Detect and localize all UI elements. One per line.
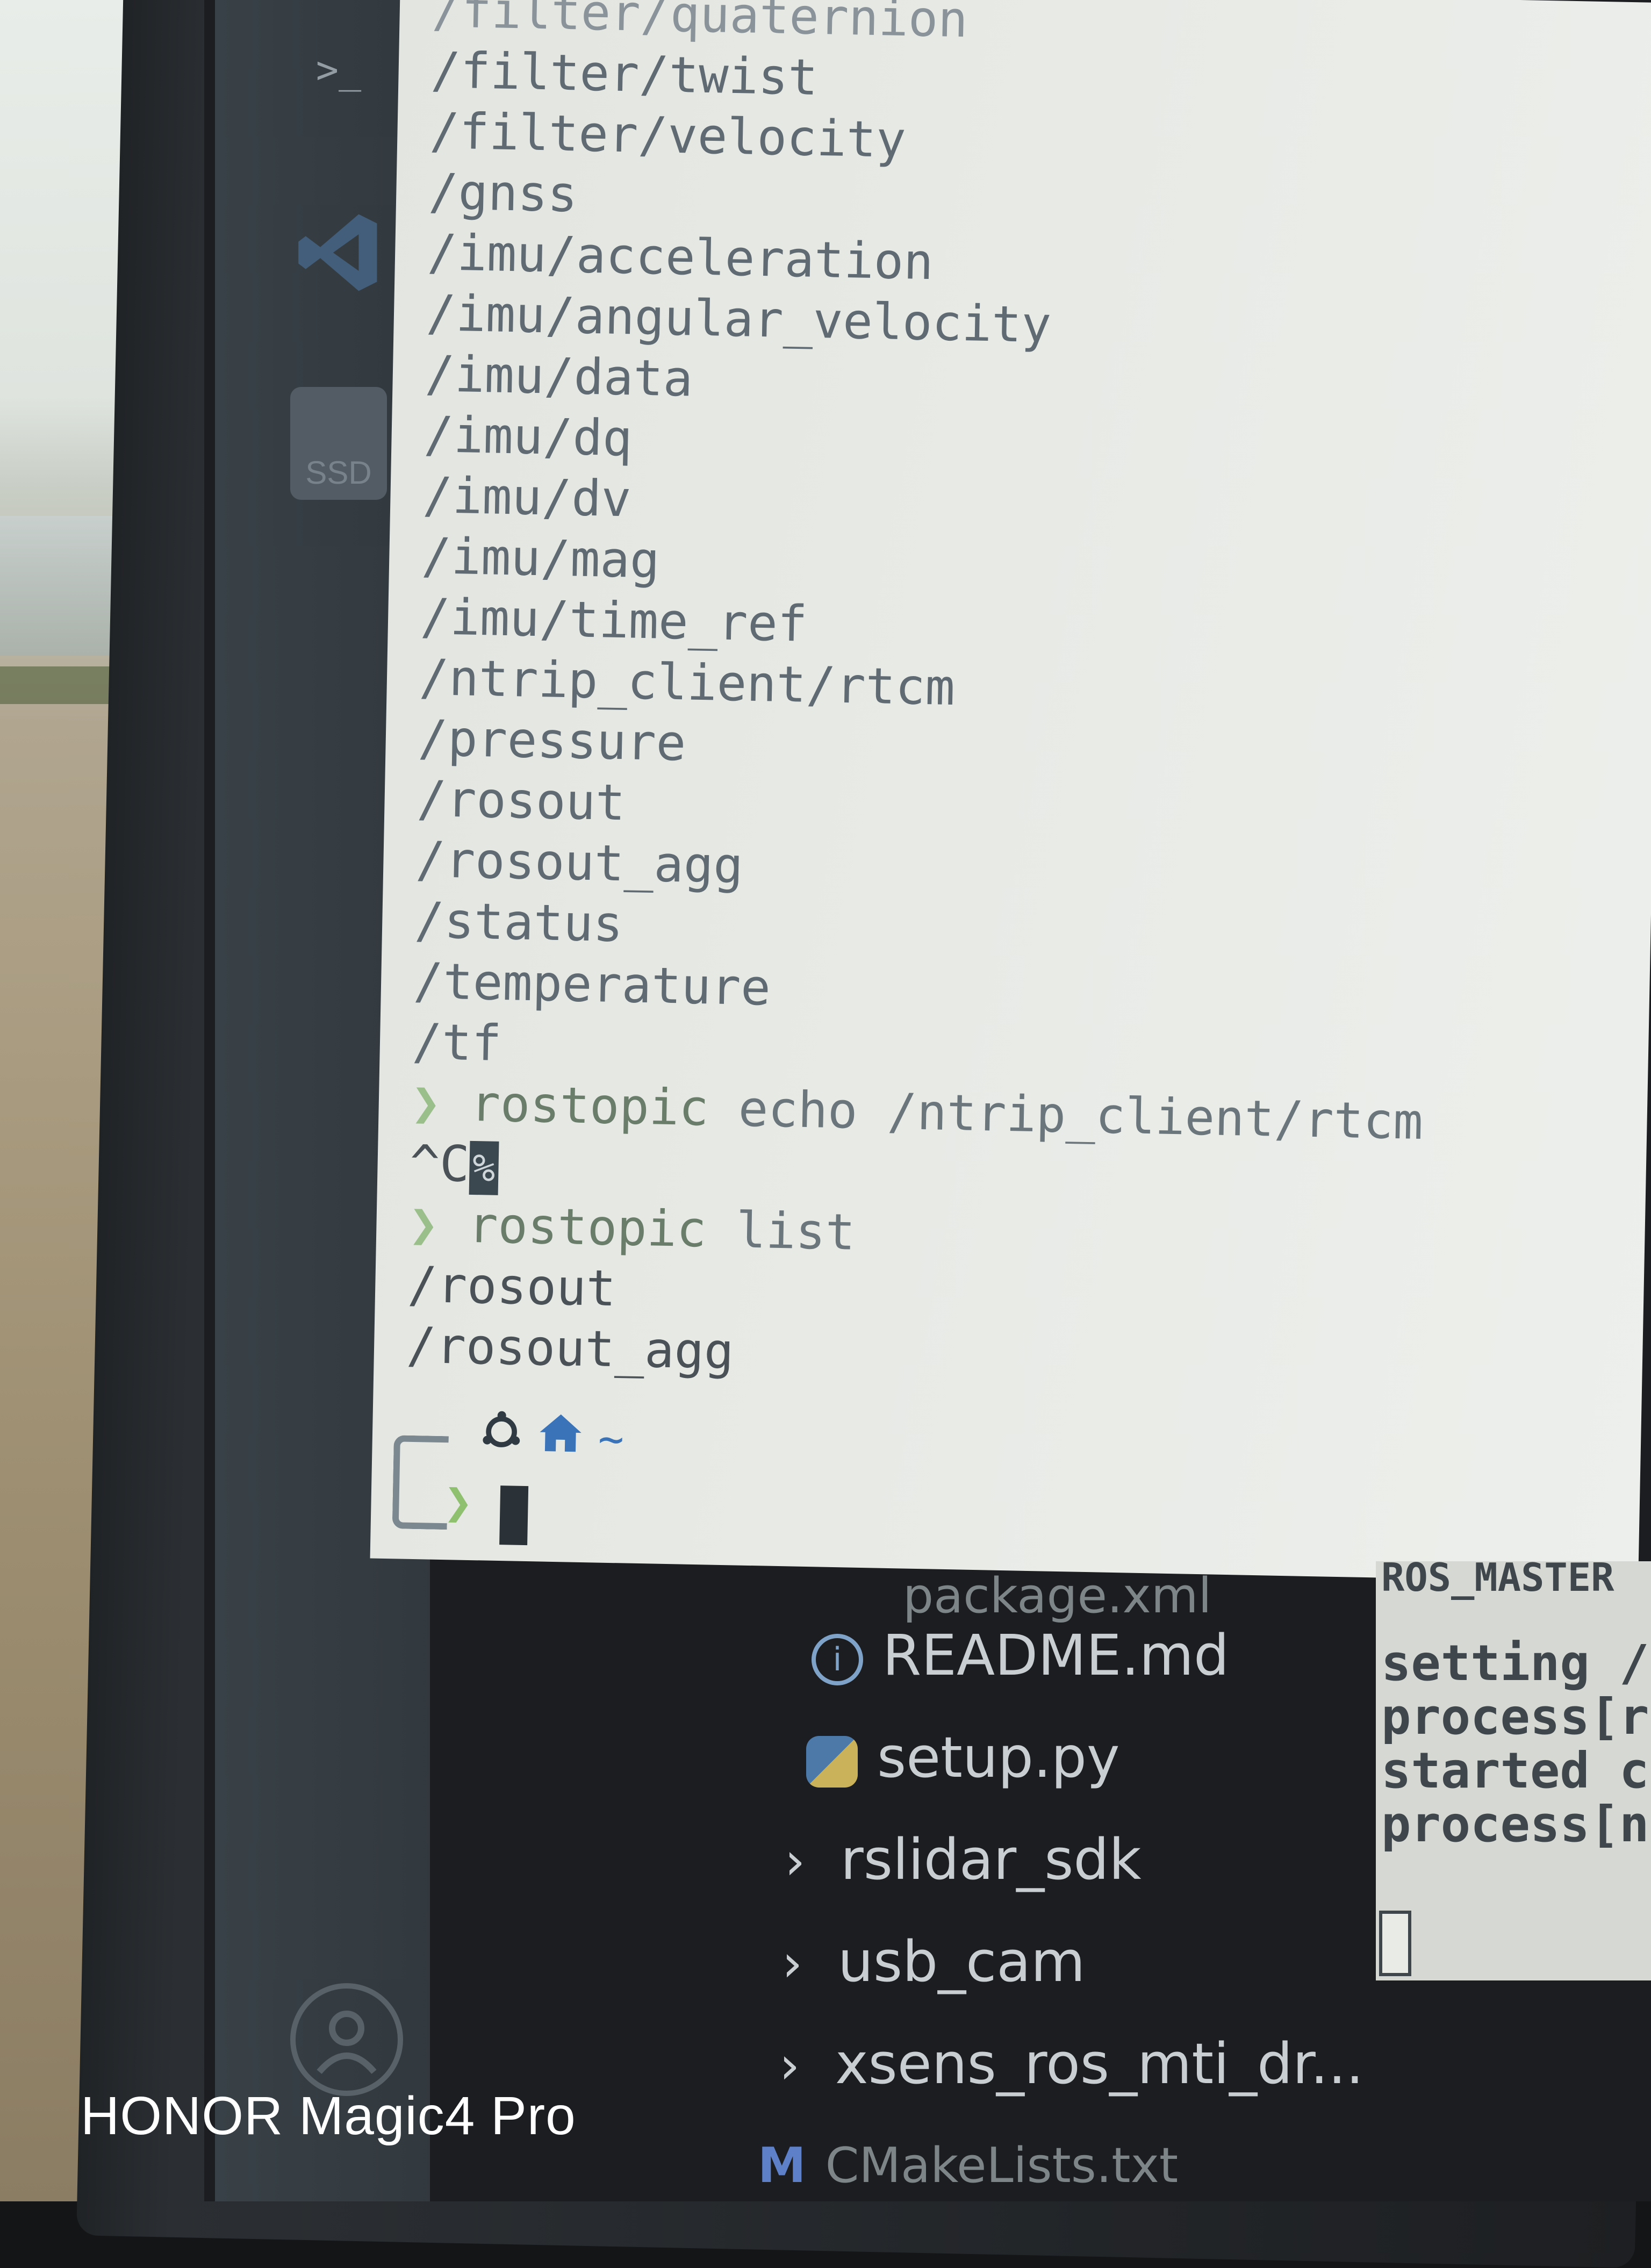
text-cursor: [499, 1485, 529, 1546]
side-terminal-line: ROS_MASTER: [1381, 1561, 1614, 1600]
command-program: rostopic: [470, 1074, 709, 1137]
percent-marker: %: [469, 1140, 499, 1195]
explorer-item-label: CMakeLists.txt: [825, 2137, 1179, 2194]
python-icon: [806, 1735, 858, 1788]
side-terminal-line: [1376, 1610, 1651, 1631]
explorer-item-readme[interactable]: i README.md: [812, 1618, 1229, 1693]
prompt-arrow-icon: ❯: [410, 1073, 442, 1132]
shell-prompt[interactable]: ~ ❯: [392, 1403, 717, 1548]
side-terminal-line: process[nt: [1381, 1796, 1651, 1853]
explorer-item-label: usb_cam: [838, 1929, 1086, 1994]
side-terminal[interactable]: ROS_MASTER setting /r process[ro started…: [1376, 1561, 1651, 1980]
prompt-arrow-icon: ❯: [408, 1195, 439, 1253]
prompt-bracket: [392, 1435, 449, 1530]
chevron-right-icon: ›: [779, 2035, 800, 2095]
cmake-icon: M: [758, 2137, 806, 2194]
side-terminal-line: started co: [1381, 1742, 1651, 1799]
command-args: echo /ntrip_client/rtcm: [737, 1080, 1424, 1151]
explorer-item-label: README.md: [882, 1623, 1230, 1688]
explorer-folder-rslidar[interactable]: › rslidar_sdk: [785, 1822, 1142, 1897]
side-terminal-line: process[ro: [1381, 1688, 1651, 1746]
file-explorer: package.xml i README.md setup.py › rslidar…: [742, 1564, 1387, 2209]
info-icon: i: [812, 1633, 863, 1685]
command-program: rostopic: [468, 1196, 707, 1259]
explorer-folder-usb-cam[interactable]: › usb_cam: [782, 1924, 1085, 1999]
side-terminal-cursor: [1379, 1911, 1411, 1976]
terminal-output: /filter/quaternion /filter/twist /filter…: [406, 0, 1445, 1395]
camera-watermark: HONOR Magic4 Pro: [81, 2086, 576, 2146]
vscode-icon[interactable]: [290, 204, 387, 301]
command-args: list: [735, 1201, 856, 1261]
chevron-right-icon: ›: [785, 1831, 806, 1891]
explorer-item-cmake[interactable]: M CMakeLists.txt: [758, 2128, 1178, 2204]
side-terminal-line: setting /r: [1381, 1634, 1651, 1692]
explorer-item-label: rslidar_sdk: [841, 1827, 1142, 1892]
chevron-right-icon: ›: [782, 1933, 803, 1993]
home-icon: [537, 1411, 584, 1465]
prompt-segment: ~: [479, 1410, 624, 1466]
user-avatar-icon[interactable]: [290, 1983, 403, 2096]
prompt-chevron-icon: ❯: [443, 1474, 473, 1531]
terminal-icon[interactable]: >_: [290, 21, 387, 118]
interrupt-text: ^C: [409, 1134, 470, 1193]
ssd-drive-icon[interactable]: SSD: [290, 387, 387, 500]
explorer-item-label: xsens_ros_mti_dr...: [835, 2031, 1364, 2097]
explorer-folder-xsens[interactable]: › xsens_ros_mti_dr...: [779, 2026, 1363, 2101]
terminal-window[interactable]: /filter/quaternion /filter/twist /filter…: [370, 0, 1651, 1583]
ubuntu-logo-icon: [479, 1410, 523, 1464]
home-directory: ~: [598, 1413, 624, 1465]
explorer-item-label: setup.py: [877, 1725, 1120, 1790]
explorer-item-setup[interactable]: setup.py: [806, 1720, 1120, 1795]
